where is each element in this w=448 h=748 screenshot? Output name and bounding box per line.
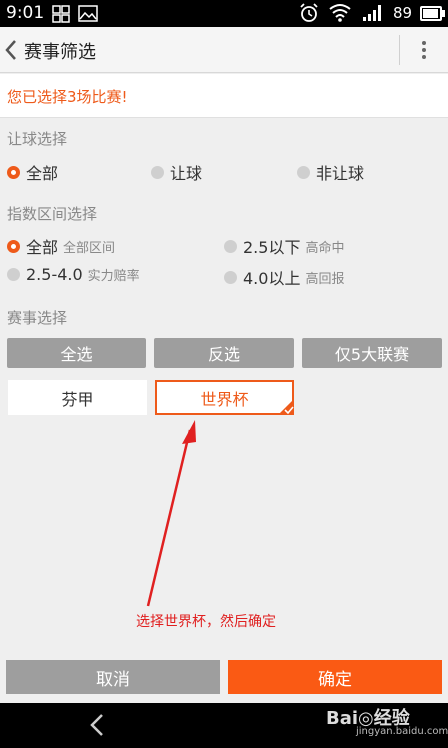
cancel-button[interactable]: 取消: [6, 660, 220, 694]
battery-level: 89: [393, 4, 413, 22]
radio-label: 全部: [26, 164, 59, 183]
selection-notice: 您已选择3场比赛!: [0, 74, 448, 118]
select-all-button[interactable]: 全选: [7, 338, 146, 368]
radio-dot: [151, 165, 164, 179]
radio-label: 全部: [26, 238, 59, 257]
league-tag-label: 芬甲: [61, 389, 94, 409]
index-range-section-label: 指数区间选择: [7, 205, 98, 223]
radio-dot: [7, 239, 20, 253]
grid-icon: [52, 5, 70, 23]
radio-handicap-yes[interactable]: 让球: [151, 160, 202, 184]
radio-sublabel: 高命中: [305, 240, 345, 256]
confirm-button[interactable]: 确定: [228, 660, 442, 694]
notice-text: 您已选择3场比赛!: [7, 88, 128, 106]
league-tag-world-cup[interactable]: 世界杯: [155, 380, 294, 415]
status-time: 9:01: [6, 3, 45, 23]
page-title: 赛事筛选: [24, 42, 96, 63]
radio-label: 2.5以下: [243, 238, 301, 257]
signal-icon: [363, 5, 381, 21]
radio-sublabel: 全部区间: [63, 240, 116, 256]
nav-back-icon[interactable]: [84, 711, 112, 739]
image-icon: [78, 5, 98, 22]
status-bar: 9:01 89: [0, 0, 448, 27]
radio-range-all[interactable]: 全部 全部区间: [7, 234, 115, 258]
radio-dot: [224, 239, 237, 253]
league-section-label: 赛事选择: [7, 309, 68, 327]
league-tag-label: 世界杯: [200, 389, 249, 409]
radio-label: 4.0以上: [243, 269, 301, 288]
annotation-text: 选择世界杯，然后确定: [136, 614, 276, 630]
radio-label: 非让球: [316, 164, 365, 183]
radio-range-2-5-to-4-0[interactable]: 2.5-4.0 实力赔率: [7, 265, 140, 284]
radio-dot: [224, 270, 237, 284]
radio-dot: [7, 165, 20, 179]
watermark-url: jingyan.baidu.com: [356, 726, 448, 737]
radio-range-below-2-5[interactable]: 2.5以下 高命中: [224, 234, 344, 258]
battery-cap: [442, 10, 445, 17]
top5-leagues-button[interactable]: 仅5大联赛: [302, 338, 442, 368]
invert-selection-button[interactable]: 反选: [154, 338, 294, 368]
league-tag-finland[interactable]: 芬甲: [8, 380, 147, 415]
radio-label: 让球: [170, 164, 203, 183]
radio-sublabel: 实力赔率: [87, 269, 140, 284]
back-arrow-icon[interactable]: [0, 27, 24, 73]
battery-icon: [420, 6, 442, 21]
checkmark-icon: [278, 399, 294, 415]
radio-handicap-all[interactable]: 全部: [7, 160, 58, 184]
header-bar: 赛事筛选: [0, 27, 448, 73]
radio-dot: [297, 165, 310, 179]
handicap-section-label: 让球选择: [7, 130, 68, 148]
radio-label: 2.5-4.0: [26, 265, 83, 284]
radio-dot: [7, 268, 20, 281]
radio-handicap-no[interactable]: 非让球: [297, 160, 364, 184]
radio-sublabel: 高回报: [305, 271, 345, 287]
radio-range-above-4-0[interactable]: 4.0以上 高回报: [224, 265, 344, 289]
more-menu-icon[interactable]: [400, 27, 448, 73]
alarm-icon: [300, 3, 318, 22]
wifi-icon: [329, 4, 351, 22]
